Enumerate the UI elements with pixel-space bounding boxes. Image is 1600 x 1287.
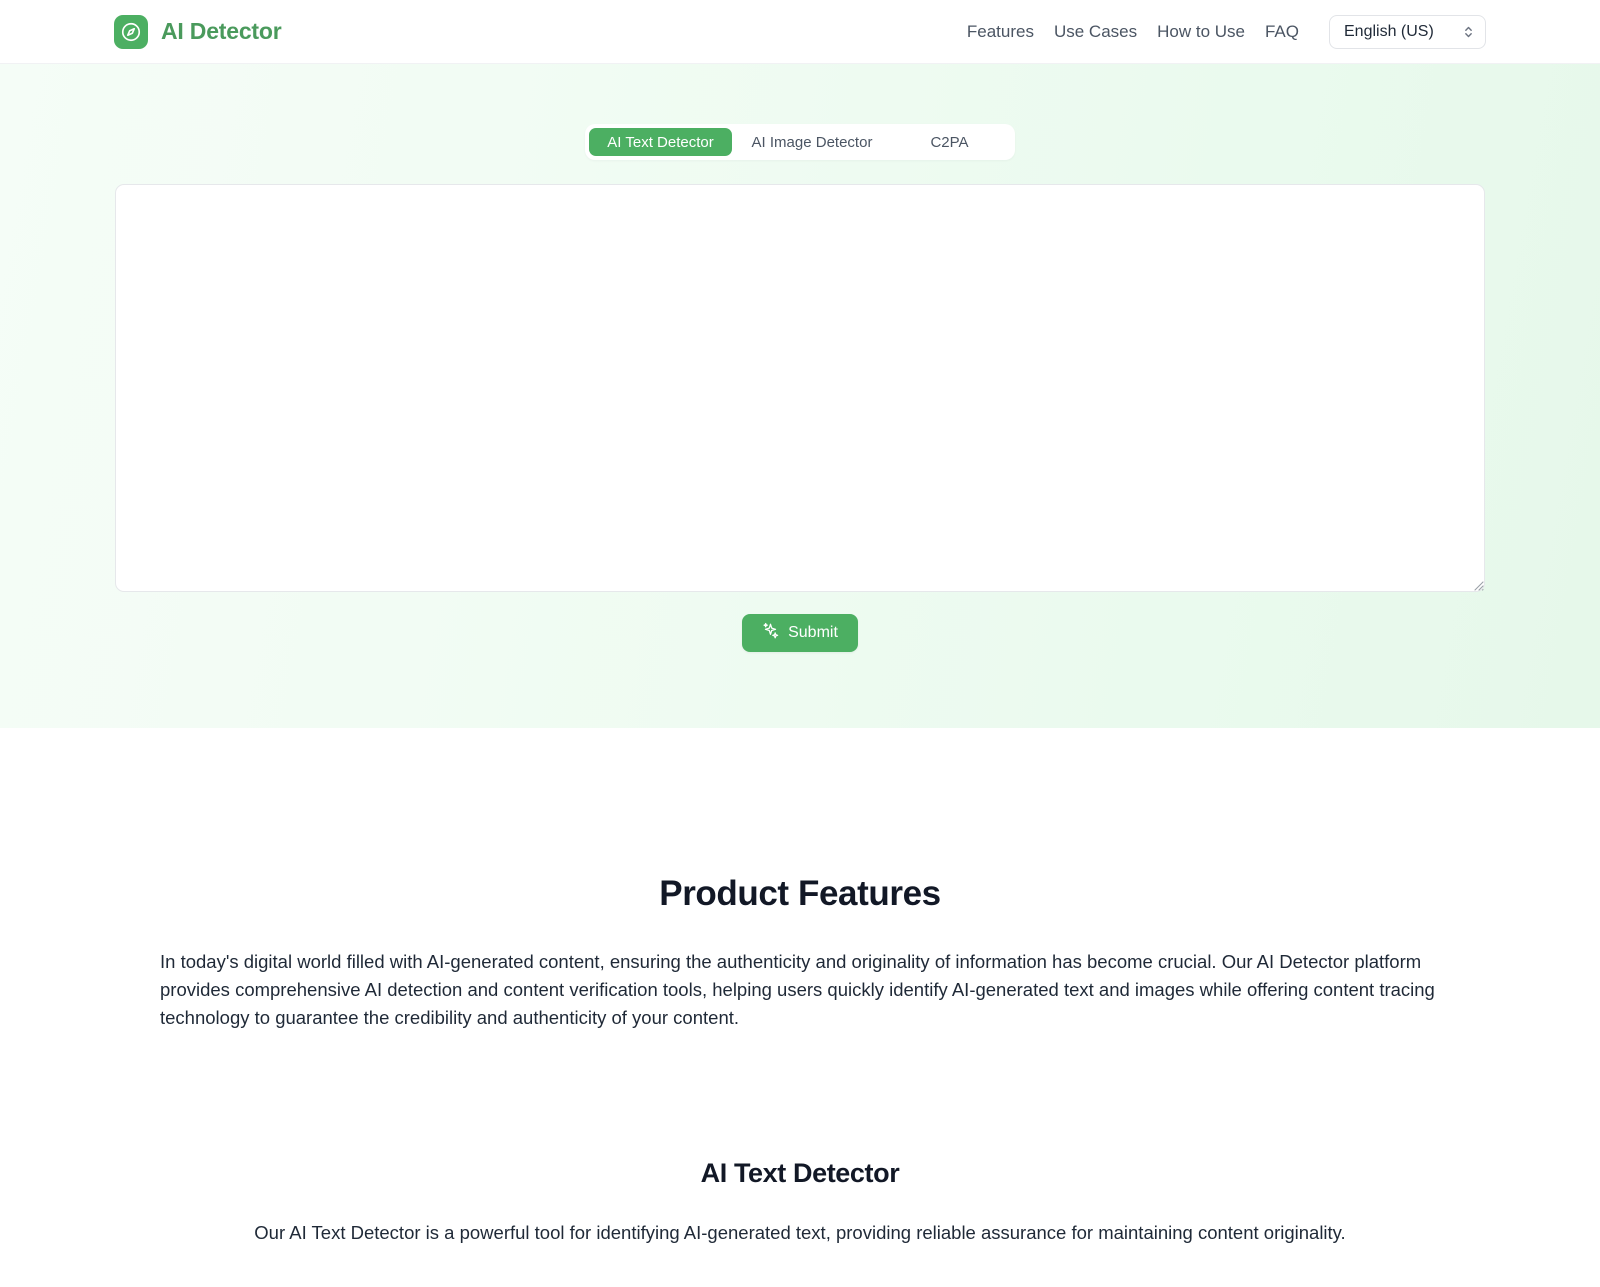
brand-logo-link[interactable]: AI Detector [114, 15, 282, 49]
brand-name: AI Detector [161, 18, 282, 45]
site-header: AI Detector Features Use Cases How to Us… [0, 0, 1600, 64]
product-features-body: In today's digital world filled with AI-… [160, 948, 1440, 1032]
submit-button[interactable]: Submit [742, 614, 858, 652]
chevron-up-down-icon [1463, 24, 1474, 40]
product-features-title: Product Features [160, 874, 1440, 914]
hero-section: AI Text Detector AI Image Detector C2PA [0, 64, 1600, 728]
nav-item-features[interactable]: Features [957, 22, 1044, 42]
section-product-features: Product Features In today's digital worl… [160, 874, 1440, 1032]
detector-tabs-wrap: AI Text Detector AI Image Detector C2PA [0, 124, 1600, 160]
nav-item-how-to-use[interactable]: How to Use [1147, 22, 1255, 42]
sparkles-icon [762, 622, 779, 644]
text-input-area [115, 184, 1485, 592]
submit-button-label: Submit [788, 624, 838, 642]
nav-item-use-cases[interactable]: Use Cases [1044, 22, 1147, 42]
tab-c2pa[interactable]: C2PA [892, 128, 1007, 156]
section-ai-text-detector: AI Text Detector Our AI Text Detector is… [160, 1158, 1440, 1247]
language-select[interactable]: English (US) [1329, 15, 1486, 49]
language-select-value: English (US) [1344, 23, 1434, 41]
detector-tabs: AI Text Detector AI Image Detector C2PA [585, 124, 1015, 160]
detector-text-input[interactable] [115, 184, 1485, 592]
main-nav: Features Use Cases How to Use FAQ Englis… [957, 15, 1486, 49]
compass-icon [114, 15, 148, 49]
nav-item-faq[interactable]: FAQ [1255, 22, 1309, 42]
content-sections: Product Features In today's digital worl… [0, 728, 1600, 1287]
tab-ai-image-detector[interactable]: AI Image Detector [732, 128, 892, 156]
ai-text-detector-title: AI Text Detector [160, 1158, 1440, 1189]
tab-ai-text-detector[interactable]: AI Text Detector [589, 128, 732, 156]
ai-text-detector-body: Our AI Text Detector is a powerful tool … [160, 1219, 1440, 1247]
submit-row: Submit [0, 614, 1600, 652]
